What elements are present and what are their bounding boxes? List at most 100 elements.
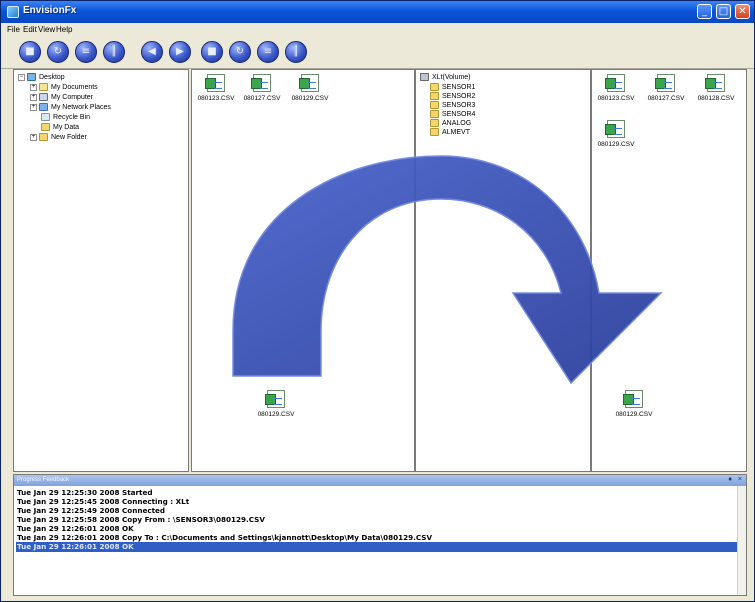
tree-item-sensor4[interactable]: SENSOR4 <box>430 110 475 118</box>
tree-item-my-documents[interactable]: + My Documents <box>30 83 98 91</box>
tree-item-label: ALMEVT <box>442 128 471 136</box>
list-icon[interactable]: ≡ <box>75 41 97 63</box>
tree-item-new-folder[interactable]: + New Folder <box>30 133 87 141</box>
tree-item-xlt-volume[interactable]: XLt(Volume) <box>420 73 471 81</box>
tree-item-sensor3[interactable]: SENSOR3 <box>430 101 475 109</box>
csv-file-icon <box>605 74 625 92</box>
folder-icon <box>430 92 439 100</box>
device-file-list[interactable]: 080123.CSV 080127.CSV 080128.CSV 080129.… <box>591 69 747 472</box>
file-name: 080129.CSV <box>257 411 295 418</box>
tree-item-my-data[interactable]: My Data <box>41 123 79 131</box>
tree-item-label: SENSOR3 <box>442 101 476 109</box>
expand-icon[interactable]: + <box>30 93 37 101</box>
back-icon[interactable]: ◀ <box>141 41 163 63</box>
folder-icon <box>430 83 439 91</box>
folder-icon <box>39 133 48 141</box>
recycle-bin-icon <box>41 113 50 121</box>
csv-file-icon <box>655 74 675 92</box>
main-window: EnvisionFx _ □ ✕ File Edit View Help ■ ↻… <box>0 0 755 602</box>
folder-icon <box>39 83 48 91</box>
refresh-icon[interactable]: ↻ <box>229 41 251 63</box>
csv-file-icon <box>265 390 285 408</box>
folder-icon <box>430 119 439 127</box>
tree-item-my-computer[interactable]: + My Computer <box>30 93 93 101</box>
expand-icon[interactable]: + <box>30 83 37 91</box>
expand-icon[interactable]: + <box>30 103 37 111</box>
file-name: 080129.CSV <box>615 411 653 418</box>
tree-item-label: SENSOR1 <box>442 83 476 91</box>
computer-icon <box>39 93 48 101</box>
log-line-selected[interactable]: Tue Jan 29 12:26:01 2008 OK <box>16 542 738 552</box>
tree-item-analog[interactable]: ANALOG <box>430 119 471 127</box>
file-item[interactable]: 080127.CSV <box>240 74 284 102</box>
feedback-header: Progress Feedback ♦ × <box>14 475 746 486</box>
drive-icon <box>420 73 429 81</box>
pin-icon[interactable]: ♦ <box>728 476 732 484</box>
file-name: 080128.CSV <box>697 95 735 102</box>
network-icon <box>39 103 48 111</box>
app-icon <box>7 6 19 18</box>
file-name: 080127.CSV <box>243 95 281 102</box>
tree-item-label: My Network Places <box>51 103 111 111</box>
collapse-icon[interactable]: − <box>18 73 25 81</box>
list-icon[interactable]: ≡ <box>257 41 279 63</box>
folder-icon <box>430 128 439 136</box>
menu-file[interactable]: File <box>7 25 20 34</box>
tree-item-label: SENSOR4 <box>442 110 476 118</box>
menu-edit[interactable]: Edit <box>23 25 37 34</box>
device-folder-tree[interactable]: XLt(Volume) SENSOR1 SENSOR2 SENSOR3 SENS… <box>415 69 591 472</box>
tree-item-sensor1[interactable]: SENSOR1 <box>430 83 475 91</box>
columns-icon[interactable]: ║ <box>285 41 307 63</box>
file-name: 080127.CSV <box>647 95 685 102</box>
tree-item-sensor2[interactable]: SENSOR2 <box>430 92 475 100</box>
file-item[interactable]: 080127.CSV <box>644 74 688 102</box>
maximize-button[interactable]: □ <box>716 4 731 19</box>
local-file-list[interactable]: 080123.CSV 080127.CSV 080129.CSV 080129.… <box>191 69 415 472</box>
file-item[interactable]: 080129.CSV <box>594 120 638 148</box>
tree-item-label: SENSOR2 <box>442 92 476 100</box>
expand-icon[interactable]: + <box>30 133 37 141</box>
menu-bar: File Edit View Help <box>1 23 754 37</box>
tree-item-label: My Documents <box>51 83 98 91</box>
copied-file-destination[interactable]: 080129.CSV <box>612 390 656 418</box>
close-icon[interactable]: × <box>738 476 742 484</box>
folder-icon <box>430 101 439 109</box>
forward-icon[interactable]: ▶ <box>169 41 191 63</box>
local-folder-tree[interactable]: − Desktop + My Documents + My Computer + My … <box>13 69 189 472</box>
file-name: 080123.CSV <box>197 95 235 102</box>
tree-item-label: New Folder <box>51 133 87 141</box>
menu-view[interactable]: View <box>38 25 55 34</box>
csv-file-icon <box>251 74 271 92</box>
file-item[interactable]: 080123.CSV <box>194 74 238 102</box>
feedback-scrollbar[interactable] <box>737 486 746 595</box>
tree-item-label: My Computer <box>51 93 94 101</box>
window-title: EnvisionFx <box>23 5 77 16</box>
tree-item-my-network-places[interactable]: + My Network Places <box>30 103 111 111</box>
stop-icon[interactable]: ■ <box>201 41 223 63</box>
copied-file-source[interactable]: 080129.CSV <box>254 390 298 418</box>
tree-item-desktop[interactable]: − Desktop <box>18 73 65 81</box>
csv-file-icon <box>299 74 319 92</box>
folder-icon <box>430 110 439 118</box>
refresh-icon[interactable]: ↻ <box>47 41 69 63</box>
progress-feedback-panel: Progress Feedback ♦ × Tue Jan 29 12:25:3… <box>13 474 747 596</box>
minimize-button[interactable]: _ <box>697 4 712 19</box>
close-button[interactable]: ✕ <box>735 4 750 19</box>
file-item[interactable]: 080128.CSV <box>694 74 738 102</box>
tree-item-label: Recycle Bin <box>53 113 90 121</box>
csv-file-icon <box>623 390 643 408</box>
stop-icon[interactable]: ■ <box>19 41 41 63</box>
file-item[interactable]: 080129.CSV <box>288 74 332 102</box>
file-item[interactable]: 080123.CSV <box>594 74 638 102</box>
tree-item-almevt[interactable]: ALMEVT <box>430 128 470 136</box>
csv-file-icon <box>605 120 625 138</box>
title-bar[interactable]: EnvisionFx _ □ ✕ <box>1 1 754 23</box>
columns-icon[interactable]: ║ <box>103 41 125 63</box>
tree-item-recycle-bin[interactable]: Recycle Bin <box>41 113 90 121</box>
file-name: 080129.CSV <box>597 141 635 148</box>
menu-help[interactable]: Help <box>56 25 72 34</box>
toolbar: ■ ↻ ≡ ║ ◀ ▶ ■ ↻ ≡ ║ <box>1 37 754 69</box>
file-name: 080123.CSV <box>597 95 635 102</box>
file-name: 080129.CSV <box>291 95 329 102</box>
feedback-title: Progress Feedback <box>17 477 70 483</box>
